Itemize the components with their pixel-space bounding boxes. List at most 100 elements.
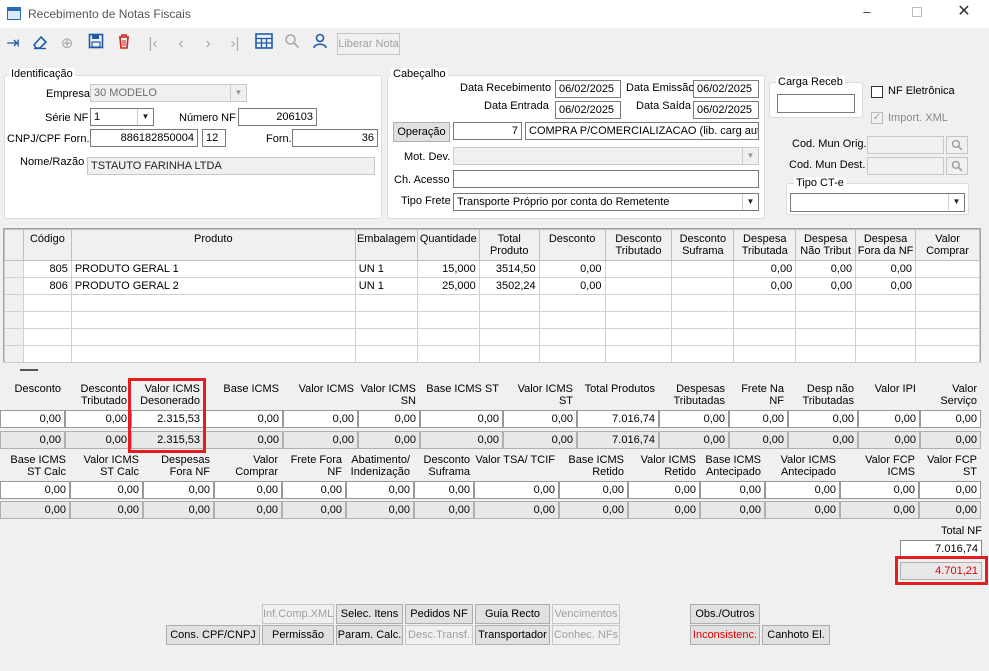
- totals1-row1-cell-12[interactable]: 0,00: [858, 410, 920, 428]
- totals2-row2-cell-11[interactable]: 0,00: [765, 501, 840, 519]
- totals2-row1-cell-7[interactable]: 0,00: [474, 481, 559, 499]
- table-cell[interactable]: [915, 277, 980, 295]
- data-receb-field[interactable]: 06/02/2025: [555, 80, 621, 98]
- table-cell[interactable]: [795, 311, 857, 329]
- nfe-checkbox[interactable]: [871, 86, 883, 98]
- grid-header-4[interactable]: Total Produto: [478, 229, 540, 261]
- totals2-row1-cell-8[interactable]: 0,00: [559, 481, 628, 499]
- totals2-row2-cell-0[interactable]: 0,00: [0, 501, 70, 519]
- row-indicator[interactable]: [4, 345, 24, 363]
- table-cell[interactable]: [855, 294, 917, 312]
- table-cell[interactable]: [354, 345, 418, 363]
- row-indicator[interactable]: [4, 277, 24, 295]
- table-cell[interactable]: [478, 345, 540, 363]
- totals2-row2-cell-9[interactable]: 0,00: [628, 501, 700, 519]
- totals2-row1-cell-0[interactable]: 0,00: [0, 481, 70, 499]
- cons-cpf-cnpj-button[interactable]: Cons. CPF/CNPJ: [166, 625, 260, 645]
- totals2-row2-cell-2[interactable]: 0,00: [143, 501, 214, 519]
- totals2-row2-cell-3[interactable]: 0,00: [214, 501, 282, 519]
- splitter-handle[interactable]: [20, 369, 38, 371]
- grid-header-8[interactable]: Despesa Tributada: [733, 229, 797, 261]
- forn-field[interactable]: 36: [292, 129, 378, 147]
- totals2-row2-cell-12[interactable]: 0,00: [840, 501, 919, 519]
- table-cell[interactable]: [915, 311, 980, 329]
- conhec-nfs-button[interactable]: Conhec. NFs: [552, 625, 620, 645]
- grid-header-1[interactable]: Produto: [70, 229, 356, 261]
- selec-itens-button[interactable]: Selec. Itens: [336, 604, 403, 624]
- totals2-row1-cell-9[interactable]: 0,00: [628, 481, 700, 499]
- table-cell[interactable]: 0,00: [538, 277, 606, 295]
- table-cell[interactable]: 3502,24: [478, 277, 540, 295]
- totals2-row2-cell-6[interactable]: 0,00: [414, 501, 474, 519]
- totals1-row1-cell-4[interactable]: 0,00: [283, 410, 358, 428]
- table-cell[interactable]: [538, 311, 606, 329]
- data-emis-field[interactable]: 06/02/2025: [693, 80, 759, 98]
- vencimentos-button[interactable]: Vencimentos: [552, 604, 620, 624]
- operacao-code-field[interactable]: 7: [453, 122, 522, 140]
- table-cell[interactable]: 0,00: [795, 260, 857, 278]
- totals2-row1-cell-4[interactable]: 0,00: [282, 481, 346, 499]
- serie-select[interactable]: 1 ▼: [90, 108, 154, 126]
- totals2-row1-cell-12[interactable]: 0,00: [840, 481, 919, 499]
- row-indicator[interactable]: [4, 311, 24, 329]
- table-cell[interactable]: [604, 345, 673, 363]
- grid-icon[interactable]: [253, 33, 275, 55]
- grid-header-3[interactable]: Quantidade: [416, 229, 480, 261]
- add-icon[interactable]: ⊕: [56, 33, 78, 55]
- table-cell[interactable]: [538, 345, 606, 363]
- row-indicator[interactable]: [4, 260, 24, 278]
- operacao-button[interactable]: Operação: [393, 122, 450, 142]
- totals2-row1-cell-13[interactable]: 0,00: [919, 481, 981, 499]
- table-cell[interactable]: 0,00: [538, 260, 606, 278]
- nome-field[interactable]: TSTAUTO FARINHA LTDA: [87, 157, 375, 175]
- table-cell[interactable]: [733, 294, 797, 312]
- delete-icon[interactable]: [113, 33, 135, 55]
- mun-dest-search-button[interactable]: [946, 157, 968, 175]
- table-cell[interactable]: [70, 311, 356, 329]
- prev-icon[interactable]: ‹: [170, 33, 192, 55]
- table-cell[interactable]: [915, 294, 980, 312]
- table-cell[interactable]: [354, 311, 418, 329]
- table-cell[interactable]: [604, 294, 673, 312]
- totals1-row2-cell-3[interactable]: 0,00: [204, 431, 283, 449]
- table-cell[interactable]: [733, 311, 797, 329]
- table-cell[interactable]: [538, 328, 606, 346]
- liberar-nota-button[interactable]: Liberar Nota: [337, 33, 400, 55]
- table-cell[interactable]: [671, 345, 735, 363]
- table-cell[interactable]: [22, 294, 72, 312]
- totals1-row1-cell-2[interactable]: 2.315,53: [131, 410, 204, 428]
- table-cell[interactable]: [70, 345, 356, 363]
- table-cell[interactable]: 0,00: [795, 277, 857, 295]
- totals1-row2-cell-13[interactable]: 0,00: [920, 431, 981, 449]
- cnpj-field[interactable]: 886182850004: [90, 129, 198, 147]
- totals1-row1-cell-5[interactable]: 0,00: [358, 410, 420, 428]
- table-cell[interactable]: [604, 328, 673, 346]
- totals1-row1-cell-11[interactable]: 0,00: [788, 410, 858, 428]
- mun-orig-search-button[interactable]: [946, 136, 968, 154]
- totals2-row2-cell-5[interactable]: 0,00: [346, 501, 414, 519]
- totals2-row1-cell-3[interactable]: 0,00: [214, 481, 282, 499]
- totals1-row2-cell-4[interactable]: 0,00: [283, 431, 358, 449]
- totals1-row2-cell-8[interactable]: 7.016,74: [577, 431, 659, 449]
- next-icon[interactable]: ›: [197, 33, 219, 55]
- totals1-row2-cell-9[interactable]: 0,00: [659, 431, 729, 449]
- operacao-desc-field[interactable]: COMPRA P/COMERCIALIZACAO (lib. carg autc: [525, 122, 759, 140]
- table-cell[interactable]: PRODUTO GERAL 2: [70, 277, 356, 295]
- totals2-row2-cell-13[interactable]: 0,00: [919, 501, 981, 519]
- table-cell[interactable]: [855, 328, 917, 346]
- param-calc-button[interactable]: Param. Calc.: [336, 625, 403, 645]
- table-cell[interactable]: [478, 328, 540, 346]
- obs-outros-button[interactable]: Obs./Outros: [690, 604, 760, 624]
- guia-recto-button[interactable]: Guia Recto: [475, 604, 550, 624]
- grid-header-0[interactable]: Código: [22, 229, 72, 261]
- totals1-row2-cell-2[interactable]: 2.315,53: [131, 431, 204, 449]
- table-cell[interactable]: [22, 311, 72, 329]
- table-cell[interactable]: [915, 345, 980, 363]
- table-cell[interactable]: [915, 260, 980, 278]
- totals2-row1-cell-1[interactable]: 0,00: [70, 481, 143, 499]
- table-cell[interactable]: UN 1: [354, 260, 418, 278]
- table-cell[interactable]: 25,000: [416, 277, 480, 295]
- table-cell[interactable]: 15,000: [416, 260, 480, 278]
- table-cell[interactable]: 806: [22, 277, 72, 295]
- table-cell[interactable]: 805: [22, 260, 72, 278]
